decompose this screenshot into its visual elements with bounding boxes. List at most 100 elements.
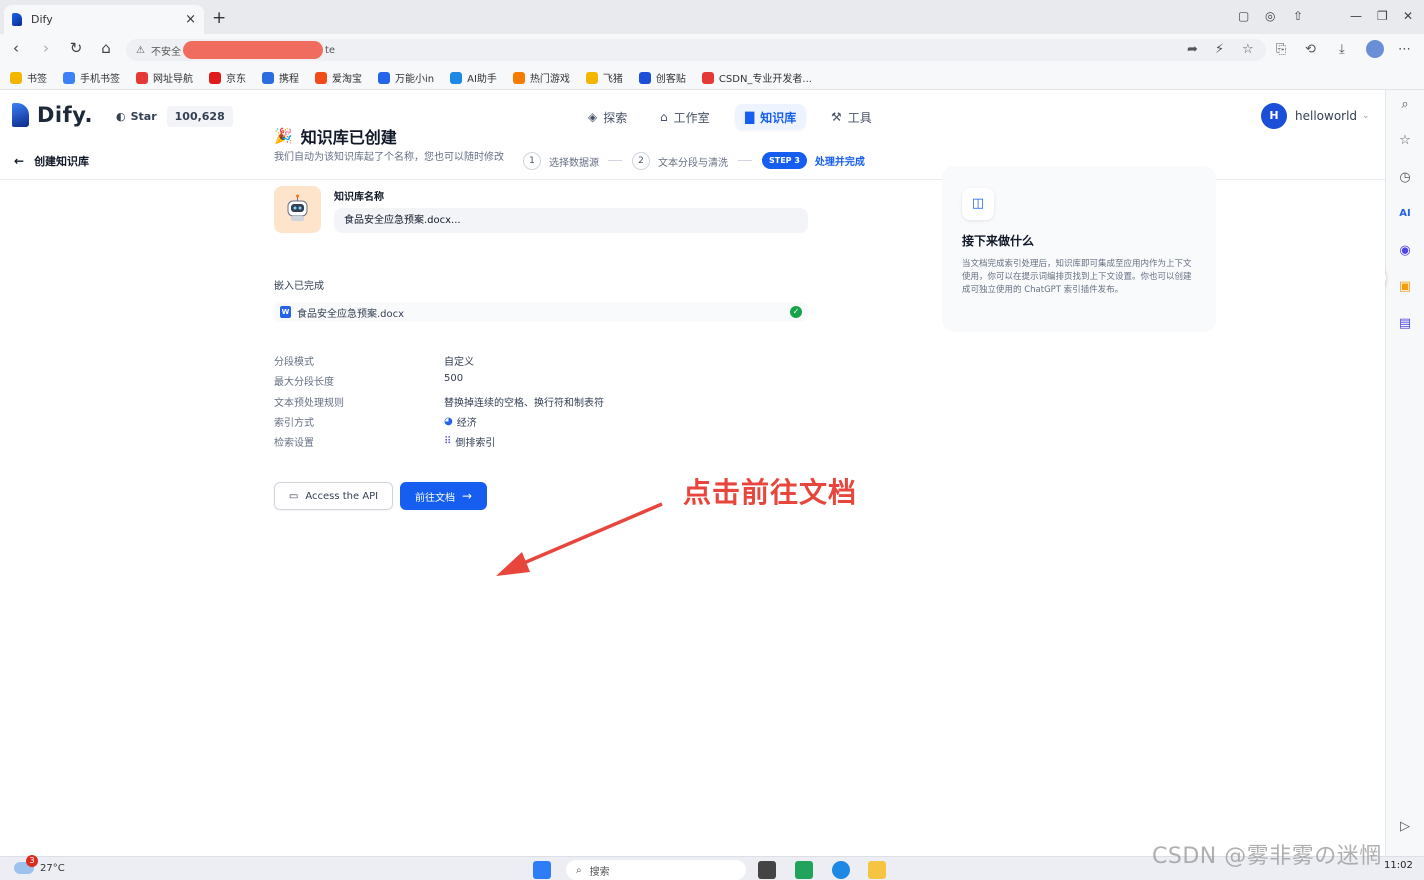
profile-avatar[interactable] — [1366, 40, 1384, 58]
temperature: 27°C — [40, 862, 65, 874]
share-icon[interactable]: ➦ — [1187, 42, 1198, 57]
piggy-bank-icon: ◕ — [444, 416, 453, 427]
search-icon[interactable]: ⌕ — [1396, 96, 1414, 114]
tab-actions-icon[interactable]: ▢ — [1238, 9, 1249, 23]
extensions-icon[interactable]: ⇧ — [1293, 9, 1303, 23]
user-menu[interactable]: H helloworld ⌄ — [1261, 103, 1370, 129]
forward-arrow-icon[interactable]: › — [36, 39, 56, 57]
copilot-icon[interactable]: ◎ — [1265, 9, 1275, 23]
bookmark-icon — [378, 71, 390, 84]
taskbar-search[interactable]: ⌕ 搜索 — [566, 860, 746, 880]
step-3: STEP 3 处理并完成 — [762, 152, 865, 169]
prop-key: 文本预处理规则 — [274, 398, 344, 409]
toolbox-icon[interactable]: ▣ — [1396, 278, 1414, 296]
bookmarks-bar: 书签 手机书签 网址导航 京东 携程 爱淘宝 万能小in AI助手 热门游戏 飞… — [0, 66, 1424, 90]
history-icon[interactable]: ⟲ — [1305, 42, 1316, 57]
bookmark-item[interactable]: 热门游戏 — [512, 70, 570, 85]
maximize-icon[interactable]: ❐ — [1377, 9, 1388, 23]
go-to-document-button[interactable]: 前往文档 → — [400, 482, 487, 510]
bookmark-item[interactable]: 网址导航 — [136, 70, 193, 85]
notification-badge: 3 — [26, 855, 38, 867]
collapse-panel-icon[interactable]: ▷ — [1396, 818, 1414, 836]
bookmark-item[interactable]: CSDN_专业开发者... — [701, 70, 812, 85]
split-screen-icon[interactable]: ⎘ — [1276, 42, 1286, 57]
kb-name-label: 知识库名称 — [334, 192, 384, 203]
back-to-create-button[interactable]: ← 创建知识库 — [14, 153, 89, 169]
github-icon: ◐ — [116, 109, 126, 123]
warning-icon: ⚠ — [136, 44, 145, 56]
lightning-icon[interactable]: ⚡ — [1215, 42, 1224, 57]
prop-key: 最大分段长度 — [274, 377, 334, 388]
ai-icon[interactable]: AI — [1396, 205, 1414, 223]
url-suffix: te — [324, 44, 336, 56]
favorite-star-icon[interactable]: ☆ — [1242, 42, 1254, 57]
tab-close-icon[interactable]: × — [185, 12, 196, 27]
compass-icon: ◈ — [588, 110, 598, 124]
windows-start-icon[interactable] — [533, 861, 551, 879]
bookmark-item[interactable]: 手机书签 — [63, 70, 120, 85]
avatar: H — [1261, 103, 1287, 129]
window-close-icon[interactable]: ✕ — [1403, 9, 1413, 23]
kb-name-field[interactable]: 食品安全应急预案.docx... — [334, 208, 808, 233]
embedded-file-row: W 食品安全应急预案.docx ✓ — [274, 302, 808, 322]
download-icon[interactable]: ⤓ — [1339, 42, 1345, 57]
csdn-watermark: CSDN @雾非雾の迷惘 — [1152, 844, 1382, 869]
knowledge-base-icon[interactable] — [274, 186, 321, 233]
nav-tab-studio[interactable]: ⌂ 工作室 — [650, 104, 720, 130]
bookmark-item[interactable]: 书签 — [10, 70, 47, 85]
dify-logo[interactable]: Dify. — [12, 103, 93, 127]
weather-widget[interactable]: 3 27°C — [14, 855, 65, 874]
annotation-text: 点击前往文档 — [683, 476, 858, 509]
access-api-button[interactable]: ▭ Access the API — [274, 482, 393, 510]
next-steps-title: 接下来做什么 — [962, 234, 1035, 248]
file-name: 食品安全应急预案.docx — [297, 308, 405, 320]
bookmark-icon — [209, 71, 221, 84]
nav-tab-knowledge[interactable]: ▇ 知识库 — [735, 104, 807, 130]
step-1: 1 选择数据源 — [523, 152, 599, 170]
bookmark-item[interactable]: 爱淘宝 — [315, 70, 362, 85]
prop-key: 索引方式 — [274, 418, 314, 429]
translate-icon[interactable]: ▤ — [1396, 315, 1414, 333]
file-explorer-icon[interactable] — [868, 861, 886, 879]
bookmark-item[interactable]: 京东 — [209, 70, 246, 85]
favorites-icon[interactable]: ☆ — [1396, 132, 1414, 150]
home-icon[interactable]: ⌂ — [96, 39, 116, 57]
bookmark-item[interactable]: 飞猪 — [585, 70, 623, 85]
book-icon: ▇ — [745, 110, 755, 124]
history-clock-icon[interactable]: ◷ — [1396, 169, 1414, 187]
robot-icon: ⌂ — [660, 110, 668, 124]
browser-app-icon[interactable] — [832, 861, 850, 879]
bookmark-icon — [585, 71, 598, 84]
bookmark-item[interactable]: AI助手 — [450, 70, 497, 85]
url-field[interactable]: ⚠ 不安全 te — [126, 39, 1266, 61]
nav-tab-explore[interactable]: ◈ 探索 — [578, 104, 637, 130]
arrow-left-icon: ← — [14, 154, 25, 168]
bookmark-icon — [63, 71, 75, 84]
bookmark-item[interactable]: 万能小in — [378, 70, 434, 85]
bookmark-icon — [315, 71, 327, 84]
step-divider — [738, 160, 752, 161]
app-icon[interactable] — [795, 861, 813, 879]
github-star-badge[interactable]: ◐ Star 100,628 — [110, 105, 233, 127]
bookmark-item[interactable]: 携程 — [262, 70, 299, 85]
new-tab-button[interactable]: + — [212, 8, 226, 28]
terminal-icon: ▭ — [288, 490, 299, 502]
browser-tab[interactable]: Dify × — [4, 5, 204, 34]
bookmark-item[interactable]: 创客贴 — [638, 70, 686, 85]
word-doc-icon: W — [280, 306, 291, 318]
redacted-url — [182, 41, 323, 59]
browser-tab-bar: Dify × + ▢ ◎ ⇧ — ❐ ✕ — [0, 0, 1424, 34]
gamepad-icon[interactable]: ◉ — [1396, 242, 1414, 260]
reload-icon[interactable]: ↻ — [66, 39, 86, 57]
minimize-icon[interactable]: — — [1350, 9, 1362, 23]
nav-tab-tools[interactable]: ⚒ 工具 — [821, 104, 882, 130]
arrow-right-icon: → — [461, 489, 473, 503]
more-menu-icon[interactable]: ⋯ — [1398, 42, 1411, 57]
back-arrow-icon[interactable]: ‹ — [6, 39, 26, 57]
prop-value: 自定义 — [444, 357, 474, 368]
prop-value: 500 — [444, 373, 464, 384]
star-count: 100,628 — [166, 105, 233, 127]
user-name: helloworld — [1295, 109, 1358, 123]
party-popper-icon: 🎉 — [274, 127, 293, 145]
task-view-icon[interactable] — [758, 861, 776, 879]
